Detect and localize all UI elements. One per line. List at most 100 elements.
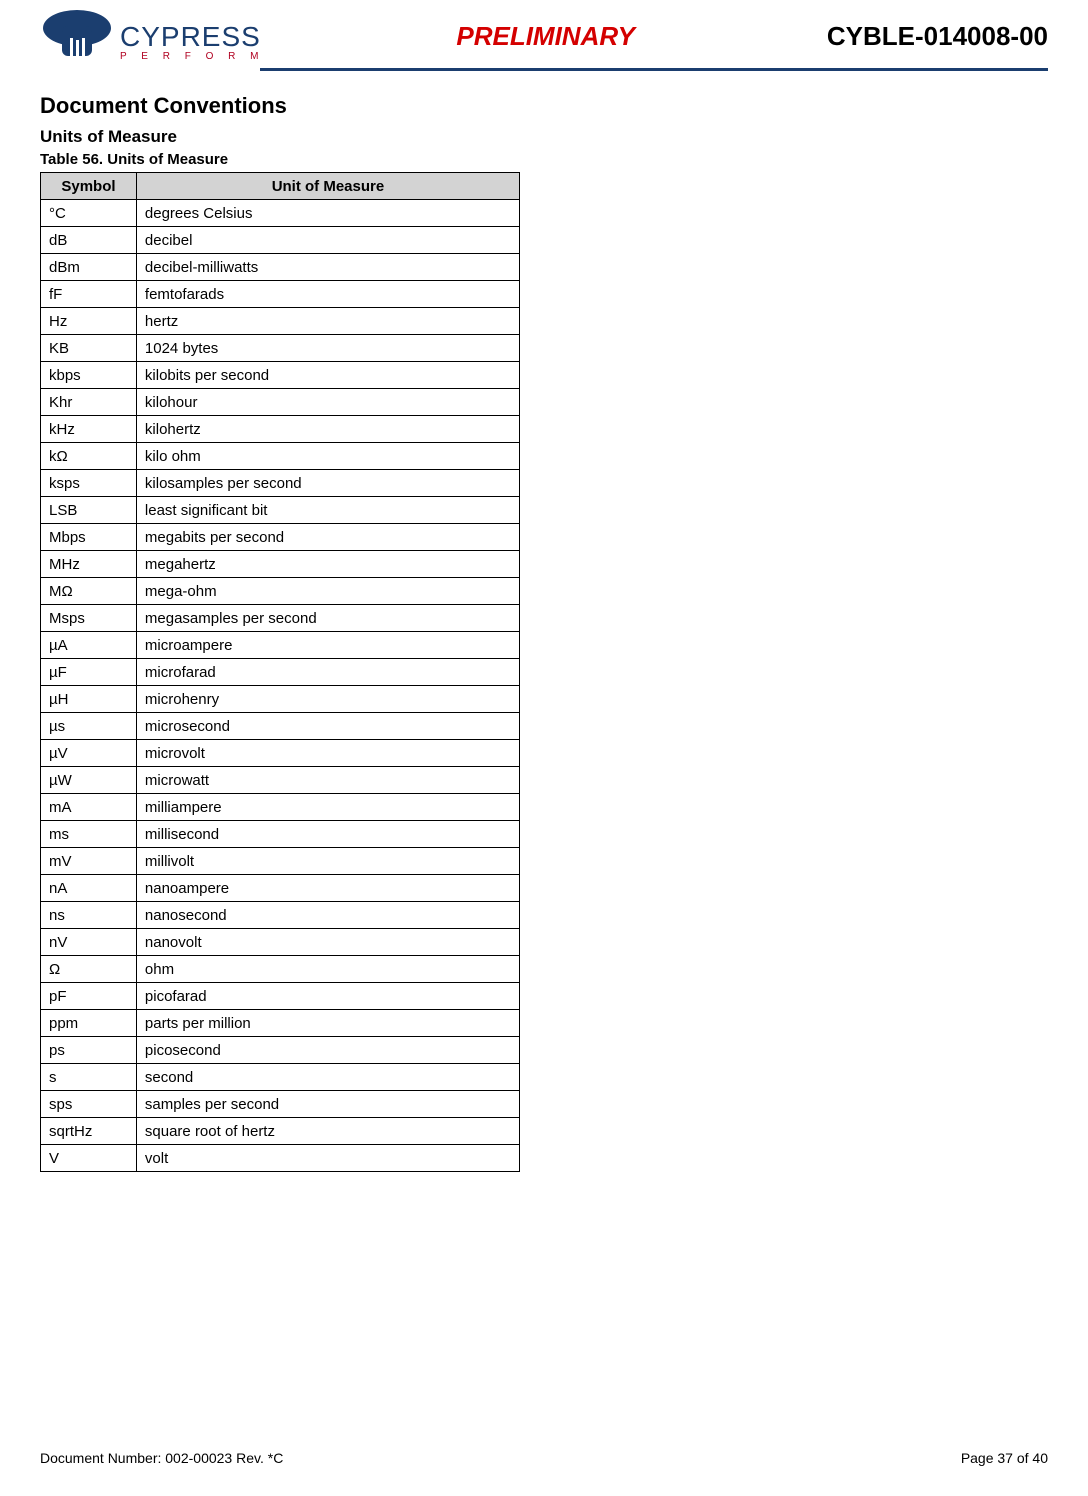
cell-symbol: KB: [41, 335, 137, 362]
cell-symbol: ns: [41, 902, 137, 929]
table-caption: Table 56. Units of Measure: [40, 151, 1048, 168]
page-header: CYPRESS P E R F O R M PRELIMINARY CYBLE-…: [40, 0, 1048, 64]
cell-unit: megahertz: [136, 551, 519, 578]
cell-symbol: dBm: [41, 254, 137, 281]
table-row: Hzhertz: [41, 308, 520, 335]
cell-unit: millisecond: [136, 821, 519, 848]
table-row: kbpskilobits per second: [41, 362, 520, 389]
cell-symbol: µA: [41, 632, 137, 659]
table-row: nAnanoampere: [41, 875, 520, 902]
cell-unit: microvolt: [136, 740, 519, 767]
table-row: °Cdegrees Celsius: [41, 200, 520, 227]
cell-symbol: ppm: [41, 1010, 137, 1037]
header-part-number: CYBLE-014008-00: [827, 21, 1048, 52]
table-row: mVmillivolt: [41, 848, 520, 875]
cell-unit: degrees Celsius: [136, 200, 519, 227]
cell-unit: 1024 bytes: [136, 335, 519, 362]
table-row: µAmicroampere: [41, 632, 520, 659]
cell-unit: parts per million: [136, 1010, 519, 1037]
table-row: ppmparts per million: [41, 1010, 520, 1037]
table-row: kHzkilohertz: [41, 416, 520, 443]
cell-symbol: kbps: [41, 362, 137, 389]
brand-block: CYPRESS P E R F O R M: [40, 8, 265, 64]
cell-unit: microsecond: [136, 713, 519, 740]
table-row: pspicosecond: [41, 1037, 520, 1064]
table-row: KB1024 bytes: [41, 335, 520, 362]
table-header-row: Symbol Unit of Measure: [41, 173, 520, 200]
cell-unit: milliampere: [136, 794, 519, 821]
table-row: kΩkilo ohm: [41, 443, 520, 470]
cell-symbol: fF: [41, 281, 137, 308]
table-row: fFfemtofarads: [41, 281, 520, 308]
table-row: msmillisecond: [41, 821, 520, 848]
table-row: dBdecibel: [41, 227, 520, 254]
table-row: Vvolt: [41, 1145, 520, 1172]
brand-name: CYPRESS P E R F O R M: [120, 21, 265, 64]
table-row: kspskilosamples per second: [41, 470, 520, 497]
table-row: dBmdecibel-milliwatts: [41, 254, 520, 281]
cell-symbol: ms: [41, 821, 137, 848]
table-row: MHzmegahertz: [41, 551, 520, 578]
table-row: ssecond: [41, 1064, 520, 1091]
cell-unit: kilohour: [136, 389, 519, 416]
table-row: MΩmega-ohm: [41, 578, 520, 605]
cell-symbol: pF: [41, 983, 137, 1010]
cell-unit: decibel: [136, 227, 519, 254]
cell-unit: square root of hertz: [136, 1118, 519, 1145]
cell-symbol: Ω: [41, 956, 137, 983]
cell-symbol: dB: [41, 227, 137, 254]
cell-symbol: nV: [41, 929, 137, 956]
cell-symbol: µs: [41, 713, 137, 740]
brand-name-sub: P E R F O R M: [120, 51, 265, 62]
table-row: LSBleast significant bit: [41, 497, 520, 524]
cell-unit: hertz: [136, 308, 519, 335]
cell-unit: nanovolt: [136, 929, 519, 956]
header-preliminary: PRELIMINARY: [265, 21, 827, 52]
cell-unit: nanoampere: [136, 875, 519, 902]
cell-unit: megabits per second: [136, 524, 519, 551]
page-footer: Document Number: 002-00023 Rev. *C Page …: [40, 1450, 1048, 1466]
cell-symbol: µH: [41, 686, 137, 713]
cell-unit: kilohertz: [136, 416, 519, 443]
cell-symbol: ksps: [41, 470, 137, 497]
units-table: Symbol Unit of Measure °Cdegrees Celsius…: [40, 172, 520, 1172]
cell-symbol: LSB: [41, 497, 137, 524]
cell-unit: picosecond: [136, 1037, 519, 1064]
cell-unit: decibel-milliwatts: [136, 254, 519, 281]
table-row: nsnanosecond: [41, 902, 520, 929]
cypress-tree-icon: [40, 8, 114, 64]
cell-symbol: µW: [41, 767, 137, 794]
cell-symbol: mV: [41, 848, 137, 875]
cell-unit: volt: [136, 1145, 519, 1172]
cell-unit: megasamples per second: [136, 605, 519, 632]
page-number: Page 37 of 40: [961, 1450, 1048, 1466]
cell-symbol: mA: [41, 794, 137, 821]
cell-unit: microfarad: [136, 659, 519, 686]
table-row: µHmicrohenry: [41, 686, 520, 713]
cell-unit: nanosecond: [136, 902, 519, 929]
col-header-unit: Unit of Measure: [136, 173, 519, 200]
cell-unit: millivolt: [136, 848, 519, 875]
brand-name-main: CYPRESS: [120, 21, 265, 53]
table-row: mAmilliampere: [41, 794, 520, 821]
cell-unit: kilosamples per second: [136, 470, 519, 497]
table-row: Mbpsmegabits per second: [41, 524, 520, 551]
cell-symbol: MHz: [41, 551, 137, 578]
cell-unit: kilo ohm: [136, 443, 519, 470]
table-row: µWmicrowatt: [41, 767, 520, 794]
cell-unit: femtofarads: [136, 281, 519, 308]
cell-symbol: sps: [41, 1091, 137, 1118]
cell-unit: microhenry: [136, 686, 519, 713]
section-heading: Document Conventions: [40, 93, 1048, 119]
cell-unit: ohm: [136, 956, 519, 983]
cell-symbol: V: [41, 1145, 137, 1172]
table-row: Ωohm: [41, 956, 520, 983]
cell-symbol: kHz: [41, 416, 137, 443]
subsection-heading: Units of Measure: [40, 127, 1048, 147]
table-row: sqrtHzsquare root of hertz: [41, 1118, 520, 1145]
table-row: nVnanovolt: [41, 929, 520, 956]
cell-symbol: °C: [41, 200, 137, 227]
cell-unit: mega-ohm: [136, 578, 519, 605]
cell-symbol: Khr: [41, 389, 137, 416]
cell-unit: microwatt: [136, 767, 519, 794]
